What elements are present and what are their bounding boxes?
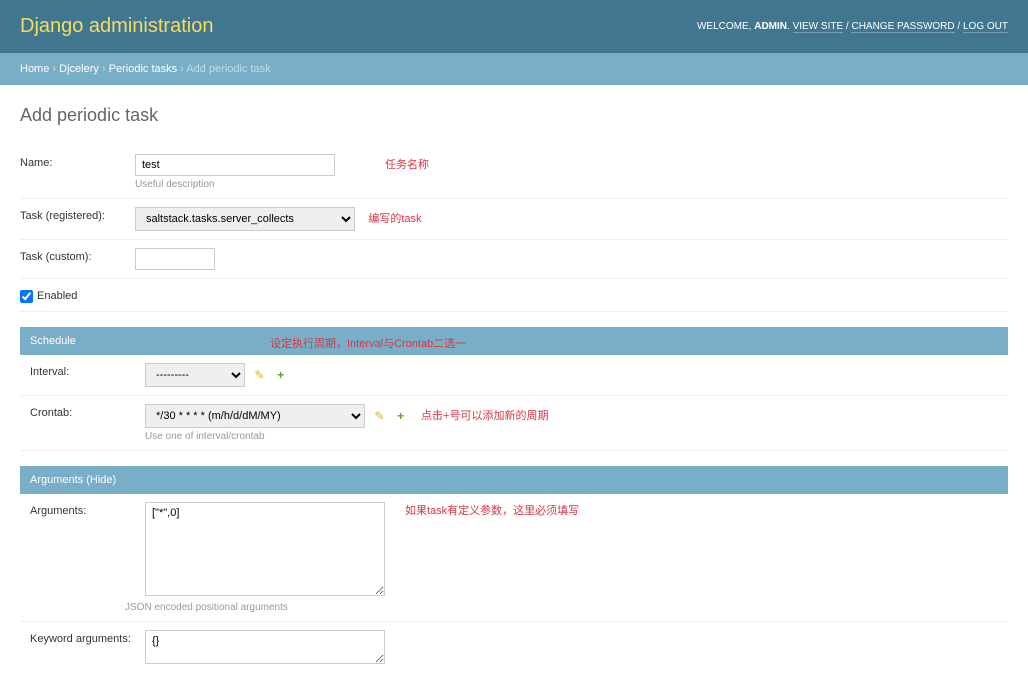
breadcrumb-model[interactable]: Periodic tasks: [109, 63, 177, 75]
schedule-heading: Schedule: [20, 327, 1008, 355]
interval-label: Interval:: [30, 363, 145, 378]
field-row-interval: Interval: --------- ✎ +: [20, 355, 1008, 396]
field-row-enabled: Enabled: [20, 279, 1008, 312]
interval-select[interactable]: ---------: [145, 363, 245, 387]
crontab-help: Use one of interval/crontab: [145, 431, 1008, 442]
task-registered-annotation: 编写的task: [368, 213, 421, 225]
site-name: Django administration: [20, 15, 213, 38]
schedule-annotation: 设定执行周期，Interval与Crontab二选一: [270, 335, 466, 351]
content-area: Add periodic task Name: 任务名称 Useful desc…: [0, 85, 1028, 695]
arguments-textarea[interactable]: [145, 502, 385, 596]
enabled-checkbox[interactable]: [20, 290, 33, 303]
crontab-label: Crontab:: [30, 404, 145, 419]
username: ADMIN: [754, 21, 787, 32]
name-help: Useful description: [135, 179, 1008, 190]
kwargs-label: Keyword arguments:: [30, 630, 145, 645]
arguments-label: Arguments:: [30, 502, 145, 517]
edit-icon[interactable]: ✎: [252, 368, 266, 382]
task-custom-label: Task (custom):: [20, 248, 135, 263]
edit-icon[interactable]: ✎: [372, 409, 386, 423]
kwargs-textarea[interactable]: [145, 630, 385, 664]
header-bar: Django administration WELCOME, ADMIN. VI…: [0, 0, 1028, 53]
crontab-select[interactable]: */30 * * * * (m/h/d/dM/MY): [145, 404, 365, 428]
arguments-heading-link[interactable]: Arguments (Hide): [30, 474, 116, 486]
arguments-module: Arguments (Hide) Arguments: JSON encoded…: [20, 466, 1008, 675]
arguments-annotation: 如果task有定义参数，这里必须填写: [405, 502, 579, 518]
page-title: Add periodic task: [20, 105, 1008, 126]
crontab-annotation: 点击+号可以添加新的周期: [421, 410, 548, 422]
breadcrumb-current: Add periodic task: [186, 63, 270, 75]
field-row-name: Name: 任务名称 Useful description: [20, 146, 1008, 199]
field-row-arguments: Arguments: JSON encoded positional argum…: [20, 494, 1008, 622]
task-registered-select[interactable]: saltstack.tasks.server_collects: [135, 207, 355, 231]
user-tools: WELCOME, ADMIN. VIEW SITE / CHANGE PASSW…: [697, 21, 1008, 32]
task-custom-input[interactable]: [135, 248, 215, 270]
breadcrumb-home[interactable]: Home: [20, 63, 49, 75]
name-label: Name:: [20, 154, 135, 169]
name-input[interactable]: [135, 154, 335, 176]
welcome-text: WELCOME,: [697, 21, 751, 32]
breadcrumb-app[interactable]: Djcelery: [59, 63, 99, 75]
breadcrumb: Home › Djcelery › Periodic tasks › Add p…: [0, 53, 1028, 85]
task-registered-label: Task (registered):: [20, 207, 135, 222]
field-row-kwargs: Keyword arguments:: [20, 622, 1008, 675]
view-site-link[interactable]: VIEW SITE: [793, 21, 844, 33]
name-annotation: 任务名称: [385, 156, 429, 172]
field-row-crontab: Crontab: */30 * * * * (m/h/d/dM/MY) ✎ + …: [20, 396, 1008, 451]
enabled-label: Enabled: [37, 287, 77, 302]
field-row-task-registered: Task (registered): saltstack.tasks.serve…: [20, 199, 1008, 240]
schedule-module: Schedule 设定执行周期，Interval与Crontab二选一 Inte…: [20, 327, 1008, 451]
field-row-task-custom: Task (custom):: [20, 240, 1008, 279]
logout-link[interactable]: LOG OUT: [963, 21, 1008, 33]
change-password-link[interactable]: CHANGE PASSWORD: [851, 21, 954, 33]
add-icon[interactable]: +: [394, 409, 408, 423]
arguments-help: JSON encoded positional arguments: [125, 602, 385, 613]
add-icon[interactable]: +: [274, 368, 288, 382]
